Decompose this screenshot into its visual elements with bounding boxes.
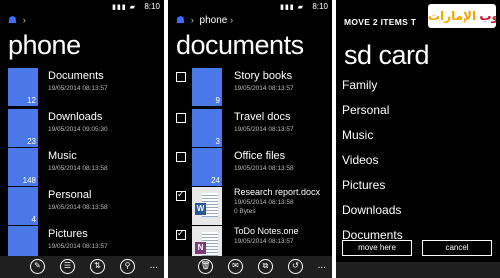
move-header: MOVE 2 ITEMS T	[344, 17, 417, 27]
item-count: 4	[31, 215, 36, 224]
folder-tile: 12	[8, 68, 38, 106]
item-name: Personal	[48, 189, 92, 201]
item-name: Story books	[234, 70, 293, 82]
item-name: Pictures	[48, 228, 88, 240]
folder-tile: 3	[192, 109, 222, 147]
item-date: 19/05/2014 08:13:58	[48, 165, 108, 172]
item-date: 19/05/2014 08:13:57	[48, 85, 108, 92]
logo-text-a: قروب	[479, 9, 496, 23]
item-checkbox-checked[interactable]	[176, 228, 186, 240]
watermark-logo: قروب الإمارات	[428, 4, 496, 28]
share-icon[interactable]: ↺	[288, 259, 303, 274]
search-icon[interactable]: ⚲	[120, 259, 135, 274]
chevron-right-icon: ›	[230, 15, 234, 25]
list-item[interactable]: 148 Music 19/05/2014 08:13:58	[0, 148, 164, 186]
word-badge: W	[195, 203, 206, 215]
move-here-button[interactable]: move here	[342, 240, 412, 256]
chevron-right-icon: ›	[22, 15, 26, 25]
screen-documents: ▮▮▮ ▰ 8:10 ☗ › phone › documents 9 Story…	[168, 0, 332, 278]
app-bar: ✎ ☰ ⇅ ⚲ ...	[0, 256, 164, 278]
app-bar: 🗑 ✉ ⧉ ↺ ...	[168, 256, 332, 278]
item-count: 23	[27, 137, 36, 146]
folder-item-family[interactable]: Family	[342, 78, 377, 92]
folder-item-downloads[interactable]: Downloads	[342, 203, 401, 217]
breadcrumb: ☗ › phone ›	[176, 15, 236, 26]
chevron-right-icon: ›	[190, 15, 194, 25]
delete-icon[interactable]: 🗑	[198, 259, 213, 274]
status-bar: ▮▮▮ ▰ 8:10	[168, 0, 332, 14]
item-name: Documents	[48, 70, 104, 82]
list-item[interactable]: 24 Office files 19/05/2014 08:13:58	[168, 148, 332, 186]
screen-phone: ▮▮▮ ▰ 8:10 ☗ › phone 12 Documents 19/05/…	[0, 0, 164, 278]
breadcrumb-phone[interactable]: phone	[200, 15, 228, 26]
folder-tile: 23	[8, 109, 38, 147]
signal-battery-icon: ▮▮▮ ▰	[280, 4, 304, 11]
list-item[interactable]: 3 Travel docs 19/05/2014 08:13:57	[168, 109, 332, 147]
list-item[interactable]: 12 Documents 19/05/2014 08:13:57	[0, 68, 164, 106]
folder-tile: 4	[8, 187, 38, 225]
list-item[interactable]: 9 Story books 19/05/2014 08:13:57	[168, 68, 332, 106]
item-checkbox[interactable]	[176, 72, 186, 82]
logo-text-b: الإمارات	[428, 9, 477, 23]
home-icon[interactable]: ☗	[8, 15, 17, 26]
signal-battery-icon: ▮▮▮ ▰	[112, 4, 136, 11]
screen-sd-card: MOVE 2 ITEMS T قروب الإمارات sd card Fam…	[336, 0, 500, 278]
item-count: 24	[211, 176, 220, 185]
item-checkbox-checked[interactable]	[176, 189, 186, 201]
action-buttons: move here cancel	[336, 240, 500, 258]
folder-item-music[interactable]: Music	[342, 128, 373, 142]
item-checkbox[interactable]	[176, 152, 186, 162]
status-time: 8:10	[144, 2, 160, 11]
folder-item-pictures[interactable]: Pictures	[342, 178, 385, 192]
folder-tile: 9	[192, 68, 222, 106]
list-item[interactable]: W Research report.docx 19/05/2014 08:13:…	[168, 187, 332, 225]
sort-icon[interactable]: ⇅	[90, 259, 105, 274]
status-time: 8:10	[312, 2, 328, 11]
list-item[interactable]: 4 Personal 19/05/2014 08:13:58	[0, 187, 164, 225]
list-item[interactable]: 23 Downloads 19/05/2014 09:05:30	[0, 109, 164, 147]
home-icon[interactable]: ☗	[176, 15, 185, 26]
item-size: 0 Bytes	[234, 208, 256, 215]
item-count: 9	[215, 96, 220, 105]
folder-tile: 24	[192, 148, 222, 186]
item-date: 19/05/2014 08:13:58	[48, 204, 108, 211]
bottom-bar	[336, 262, 500, 278]
cancel-button[interactable]: cancel	[422, 240, 492, 256]
item-count: 3	[215, 137, 220, 146]
select-icon[interactable]: ✎	[30, 259, 45, 274]
onenote-badge: N	[195, 242, 206, 254]
item-date: 19/05/2014 08:13:57	[234, 85, 294, 92]
item-name: Travel docs	[234, 111, 291, 123]
more-icon[interactable]: ...	[150, 260, 158, 271]
breadcrumb: ☗ ›	[8, 15, 29, 26]
more-icon[interactable]: ...	[318, 260, 326, 271]
item-name: Downloads	[48, 111, 103, 123]
page-title: phone	[8, 30, 81, 60]
item-name: Office files	[234, 150, 286, 162]
page-title: documents	[176, 30, 304, 60]
item-date: 19/05/2014 09:05:30	[48, 126, 108, 133]
item-count: 12	[27, 96, 36, 105]
item-name: Music	[48, 150, 77, 162]
copy-icon[interactable]: ⧉	[258, 259, 273, 274]
folder-tile: 148	[8, 148, 38, 186]
status-bar: ▮▮▮ ▰ 8:10	[0, 0, 164, 14]
page-title: sd card	[344, 40, 430, 70]
item-date: 19/05/2014 08:13:58	[234, 199, 294, 206]
folder-item-personal[interactable]: Personal	[342, 103, 389, 117]
item-date: 19/05/2014 08:13:57	[234, 126, 294, 133]
item-name: ToDo Notes.one	[234, 226, 299, 236]
word-document-icon: W	[192, 187, 222, 225]
select-items-icon[interactable]: ☰	[60, 259, 75, 274]
item-checkbox[interactable]	[176, 113, 186, 123]
item-date: 19/05/2014 08:13:57	[234, 238, 294, 245]
move-icon[interactable]: ✉	[228, 259, 243, 274]
folder-item-videos[interactable]: Videos	[342, 153, 378, 167]
item-name: Research report.docx	[234, 187, 321, 197]
item-count: 148	[22, 176, 36, 185]
item-date: 19/05/2014 08:13:57	[48, 243, 108, 250]
item-date: 19/05/2014 08:13:58	[234, 165, 294, 172]
